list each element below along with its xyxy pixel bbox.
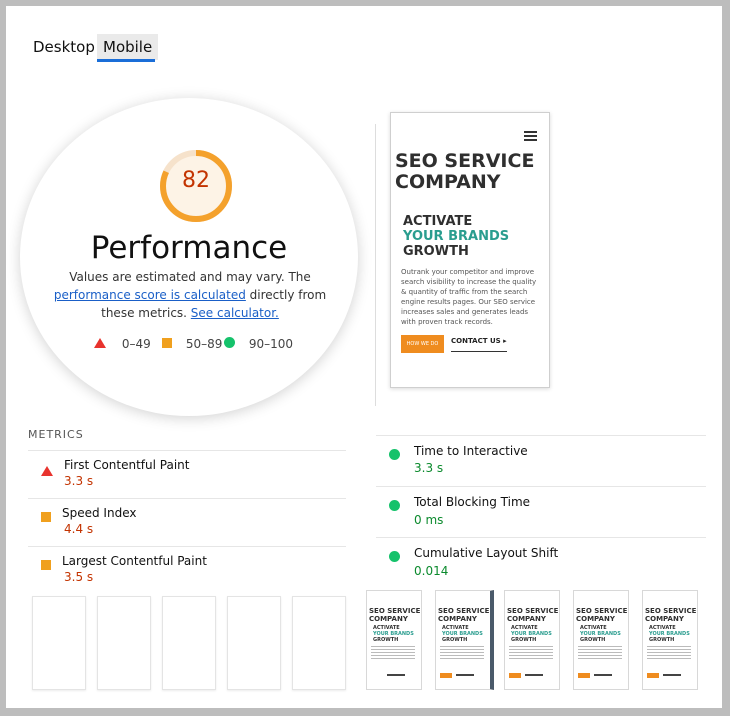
film-title: SEO SERVICE xyxy=(645,607,697,615)
pass-circle-icon xyxy=(389,496,400,515)
metric-divider xyxy=(376,486,706,487)
legend-average: 50–89 xyxy=(162,336,222,352)
performance-score: 82 xyxy=(182,168,210,193)
preview-how-we-do-button: HOW WE DO xyxy=(401,335,444,353)
film-sub: GROWTH xyxy=(649,637,675,643)
preview-title: SEO SERVICE COMPANY xyxy=(395,150,535,193)
performance-description: Values are estimated and may vary. The p… xyxy=(40,268,340,322)
filmstrip-frame[interactable] xyxy=(162,596,216,690)
metric-fcp-label: First Contentful Paint xyxy=(64,458,190,472)
film-title: COMPANY xyxy=(369,615,408,623)
metric-cls-value: 0.014 xyxy=(414,564,449,578)
filmstrip-frame-rendered[interactable]: SEO SERVICE COMPANY ACTIVATE YOUR BRANDS GR… xyxy=(573,590,629,690)
pass-circle-icon xyxy=(224,337,235,348)
preview-subtitle: ACTIVATE YOUR BRANDS GROWTH xyxy=(403,214,510,259)
legend-fail: 0–49 xyxy=(94,336,151,352)
legend-average-range: 50–89 xyxy=(185,337,223,351)
filmstrip-frame[interactable] xyxy=(32,596,86,690)
filmstrip-frame[interactable] xyxy=(292,596,346,690)
average-square-icon xyxy=(41,507,51,526)
film-sub: GROWTH xyxy=(373,637,399,643)
preview-contact-link: CONTACT US ▸ xyxy=(451,337,507,352)
film-title: COMPANY xyxy=(507,615,546,623)
filmstrip-frame-rendered[interactable]: SEO SERVICE COMPANY ACTIVATE YOUR BRANDS GR… xyxy=(642,590,698,690)
metric-tti-value: 3.3 s xyxy=(414,461,444,475)
metric-tbt-value: 0 ms xyxy=(414,513,444,527)
metric-lcp-value: 3.5 s xyxy=(64,570,94,584)
fail-triangle-icon xyxy=(94,338,106,348)
pass-circle-icon xyxy=(389,445,400,464)
metric-fcp-value: 3.3 s xyxy=(64,474,94,488)
pass-circle-icon xyxy=(389,547,400,566)
average-square-icon xyxy=(162,338,172,348)
film-sub: GROWTH xyxy=(442,637,468,643)
metric-divider xyxy=(28,546,346,547)
performance-title: Performance xyxy=(90,230,288,266)
hamburger-menu-icon xyxy=(524,131,537,143)
film-title: SEO SERVICE xyxy=(507,607,559,615)
fail-triangle-icon xyxy=(41,461,53,480)
metric-si-label: Speed Index xyxy=(62,506,137,520)
tab-mobile[interactable]: Mobile xyxy=(97,34,159,60)
legend-pass: 90–100 xyxy=(224,336,293,352)
legend-pass-range: 90–100 xyxy=(248,337,294,351)
filmstrip-frame-rendered[interactable]: SEO SERVICE COMPANY ACTIVATE YOUR BRANDS GR… xyxy=(435,590,494,690)
metric-si-value: 4.4 s xyxy=(64,522,94,536)
metrics-heading: METRICS xyxy=(28,428,84,441)
metric-tbt-label: Total Blocking Time xyxy=(414,495,531,509)
metric-cls-label: Cumulative Layout Shift xyxy=(414,546,559,560)
desc-text-prefix: Values are estimated and may vary. The xyxy=(69,270,311,284)
tab-desktop[interactable]: Desktop xyxy=(27,34,101,60)
preview-body-text: Outrank your competitor and improve sear… xyxy=(401,268,537,326)
preview-divider xyxy=(375,124,376,406)
metric-divider xyxy=(376,435,706,436)
filmstrip-frame-rendered[interactable]: SEO SERVICE COMPANY ACTIVATE YOUR BRANDS GR… xyxy=(504,590,560,690)
film-title: COMPANY xyxy=(576,615,615,623)
filmstrip-frame[interactable] xyxy=(97,596,151,690)
film-title: SEO SERVICE xyxy=(438,607,490,615)
final-screenshot[interactable]: SEO SERVICE COMPANY ACTIVATE YOUR BRANDS… xyxy=(390,112,550,388)
metric-lcp-label: Largest Contentful Paint xyxy=(62,554,207,568)
film-sub: GROWTH xyxy=(580,637,606,643)
see-calculator-link[interactable]: See calculator. xyxy=(191,306,279,320)
metric-divider xyxy=(376,537,706,538)
metric-divider xyxy=(28,498,346,499)
score-calculated-link[interactable]: performance score is calculated xyxy=(54,288,246,302)
film-title: COMPANY xyxy=(438,615,477,623)
film-title: SEO SERVICE xyxy=(576,607,628,615)
tab-active-indicator xyxy=(97,59,155,62)
film-sub: GROWTH xyxy=(511,637,537,643)
metric-tti-label: Time to Interactive xyxy=(414,444,528,458)
legend-fail-range: 0–49 xyxy=(121,337,151,351)
filmstrip-frame-rendered[interactable]: SEO SERVICE COMPANY ACTIVATE YOUR BRANDS GR… xyxy=(366,590,422,690)
average-square-icon xyxy=(41,555,51,574)
film-title: SEO SERVICE xyxy=(369,607,421,615)
metric-divider xyxy=(28,450,346,451)
filmstrip-frame[interactable] xyxy=(227,596,281,690)
lighthouse-report: Desktop Mobile 82 Performance Values are… xyxy=(6,6,722,708)
film-title: COMPANY xyxy=(645,615,684,623)
